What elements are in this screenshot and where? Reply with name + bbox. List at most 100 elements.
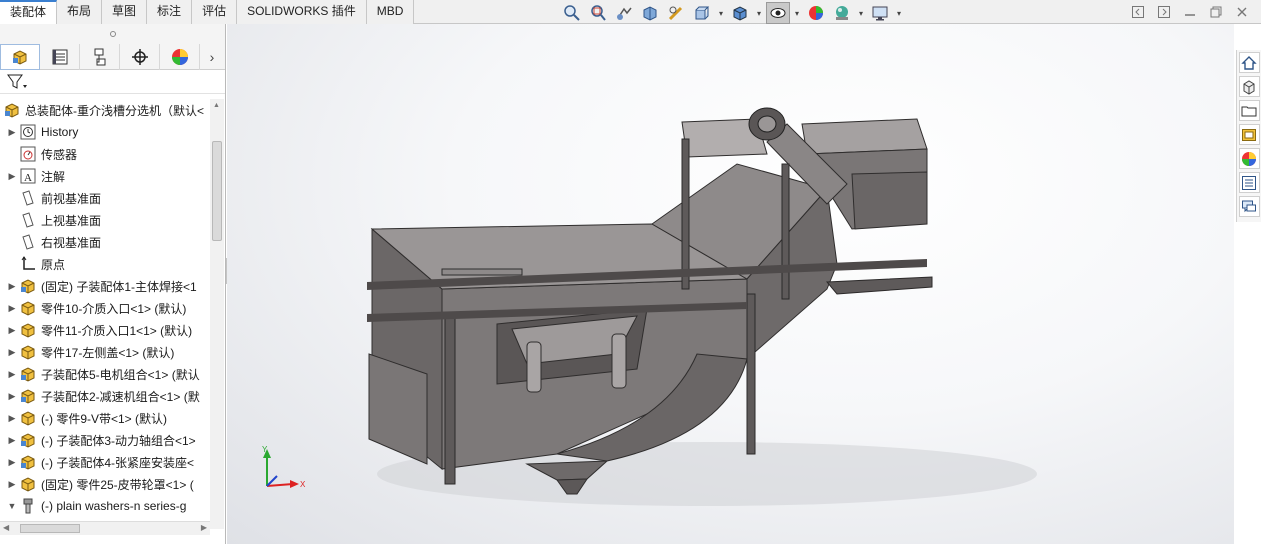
task-pane-tabs [1236,50,1261,222]
expand-arrow-icon[interactable]: ▶ [6,171,18,182]
triad-y-label: Y [262,445,268,454]
tab-evaluate[interactable]: 评估 [192,0,238,24]
tree-item-label: (固定) 零件25-皮带轮罩<1> ( [41,477,194,492]
graphics-area[interactable]: Y X [227,24,1234,544]
displaymanager-icon[interactable] [160,44,200,70]
part-icon [18,299,38,317]
close-icon[interactable] [1231,3,1253,21]
expand-arrow-icon[interactable]: ▶ [6,479,18,490]
tree-item-part-9[interactable]: ▶ (-) 零件9-V带<1> (默认) [0,407,210,429]
filter-icon[interactable] [6,73,28,91]
custom-properties-icon[interactable] [1238,172,1260,193]
tab-sketch[interactable]: 草图 [102,0,148,24]
design-library-icon[interactable] [1238,76,1260,97]
view-orientation-icon[interactable] [690,2,714,24]
edit-appearance-icon[interactable] [804,2,828,24]
tree-item-top-plane[interactable]: 上视基准面 [0,209,210,231]
zoom-to-area-icon[interactable] [586,2,610,24]
tree-item-right-plane[interactable]: 右视基准面 [0,231,210,253]
tab-layout[interactable]: 布局 [57,0,103,24]
configurationmanager-icon[interactable] [80,44,120,70]
expand-arrow-icon[interactable]: ▶ [6,435,18,446]
expand-arrow-icon[interactable]: ▶ [6,457,18,468]
heads-up-view-toolbar: ▾ ▾ ▾ ▾ ▾ [560,2,904,24]
scroll-right-icon[interactable]: ▶ [201,523,207,532]
more-tabs-chevron-icon[interactable]: › [200,44,224,70]
restore-icon[interactable] [1205,3,1227,21]
expand-arrow-icon[interactable]: ▶ [6,369,18,380]
front-handrail [441,268,523,276]
tree-item-part-17[interactable]: ▶ 零件17-左侧盖<1> (默认) [0,341,210,363]
tab-assembly[interactable]: 装配体 [0,0,58,24]
discharge-box [851,171,928,230]
window-controls [1127,3,1253,21]
tree-horizontal-scrollbar-thumb[interactable] [20,524,80,533]
tree-item-subassembly-1[interactable]: ▶ (固定) 子装配体1-主体焊接<1 [0,275,210,297]
tree-item-sensors[interactable]: 传感器 [0,143,210,165]
scroll-left-icon[interactable]: ◀ [3,523,9,532]
tree-item-part-11[interactable]: ▶ 零件11-介质入口1<1> (默认) [0,319,210,341]
tree-filter[interactable] [0,70,225,94]
previous-view-icon[interactable] [612,2,636,24]
expand-arrow-icon[interactable]: ▼ [6,501,18,511]
tile-right-icon[interactable] [1153,3,1175,21]
tree-item-front-plane[interactable]: 前视基准面 [0,187,210,209]
manager-tabs: › [0,44,225,70]
inlet-pipe-right [611,333,627,389]
feature-tree: 总装配体-重介浅槽分选机（默认< ▶ History 传感器 ▶ A 注解 前视… [0,99,210,524]
subassembly-icon [18,365,38,383]
appearances-icon[interactable] [1238,148,1260,169]
tile-left-icon[interactable] [1127,3,1149,21]
tree-item-annotations[interactable]: ▶ A 注解 [0,165,210,187]
view-settings-icon[interactable] [868,2,892,24]
featuremanager-icon[interactable] [0,44,40,70]
view-settings-dropdown-icon[interactable]: ▾ [894,2,904,24]
expand-arrow-icon[interactable]: ▶ [6,347,18,358]
tree-item-plain-washers[interactable]: ▼ (-) plain washers-n series-g [0,495,210,517]
expand-arrow-icon[interactable]: ▶ [6,303,18,314]
tree-item-part-25[interactable]: ▶ (固定) 零件25-皮带轮罩<1> ( [0,473,210,495]
tree-item-label: (-) 子装配体3-动力轴组合<1> [41,433,196,448]
tree-item-label: 零件10-介质入口<1> (默认) [41,301,187,316]
expand-arrow-icon[interactable]: ▶ [6,281,18,292]
forum-icon[interactable] [1238,196,1260,217]
expand-arrow-icon[interactable]: ▶ [6,413,18,424]
tree-vertical-scrollbar[interactable]: ▲ [210,99,224,529]
pane-grip[interactable] [0,24,225,44]
tree-item-history[interactable]: ▶ History [0,121,210,143]
tree-horizontal-scrollbar[interactable]: ◀ ▶ [0,521,210,535]
plane-icon [18,189,38,207]
tab-solidworks-addins[interactable]: SOLIDWORKS 插件 [237,0,367,24]
resources-home-icon[interactable] [1238,52,1260,73]
scroll-up-icon[interactable]: ▲ [213,102,220,109]
zoom-to-fit-icon[interactable] [560,2,584,24]
tree-item-subassembly-2[interactable]: ▶ 子装配体2-减速机组合<1> (默 [0,385,210,407]
expand-arrow-icon[interactable]: ▶ [6,391,18,402]
tab-mbd[interactable]: MBD [366,0,415,24]
frame-leg [746,293,756,455]
view-palette-icon[interactable] [1238,124,1260,145]
hide-show-items-icon[interactable] [766,2,790,24]
tree-item-subassembly-3[interactable]: ▶ (-) 子装配体3-动力轴组合<1> [0,429,210,451]
expand-arrow-icon[interactable]: ▶ [6,325,18,336]
view-orientation-dropdown-icon[interactable]: ▾ [716,2,726,24]
section-view-icon[interactable] [638,2,662,24]
apply-scene-icon[interactable] [830,2,854,24]
minimize-icon[interactable] [1179,3,1201,21]
display-style-dropdown-icon[interactable]: ▾ [754,2,764,24]
tab-markup[interactable]: 标注 [147,0,193,24]
apply-scene-dropdown-icon[interactable]: ▾ [856,2,866,24]
dynamic-annotation-icon[interactable] [664,2,688,24]
file-explorer-icon[interactable] [1238,100,1260,121]
expand-arrow-icon[interactable]: ▶ [6,127,18,138]
dimxpert-icon[interactable] [120,44,160,70]
display-style-icon[interactable] [728,2,752,24]
propertymanager-icon[interactable] [40,44,80,70]
tree-root-assembly[interactable]: 总装配体-重介浅槽分选机（默认< [0,99,210,121]
tree-item-origin[interactable]: 原点 [0,253,210,275]
hide-show-dropdown-icon[interactable]: ▾ [792,2,802,24]
tree-item-subassembly-5[interactable]: ▶ 子装配体5-电机组合<1> (默认 [0,363,210,385]
tree-vertical-scrollbar-thumb[interactable] [212,141,222,241]
tree-item-subassembly-4[interactable]: ▶ (-) 子装配体4-张紧座安装座< [0,451,210,473]
tree-item-part-10[interactable]: ▶ 零件10-介质入口<1> (默认) [0,297,210,319]
